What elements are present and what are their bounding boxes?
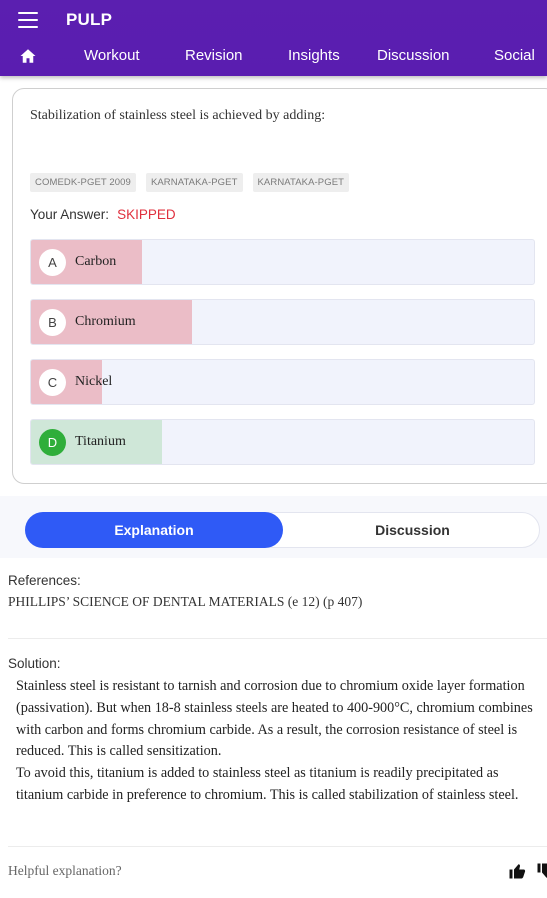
menu-icon[interactable] [18,12,38,28]
discussion-tab-button[interactable]: Discussion [284,512,541,548]
question-text: Stabilization of stainless steel is achi… [30,108,326,123]
option-letter-correct: D [39,429,66,456]
references-text: PHILLIPS’ SCIENCE OF DENTAL MATERIALS (e… [8,594,363,609]
option-letter: B [39,309,66,336]
tag-list: COMEDK-PGET 2009 KARNATAKA-PGET KARNATAK… [30,173,350,192]
explanation-tab-button[interactable]: Explanation [25,512,283,548]
option-a[interactable]: A Carbon [30,239,535,285]
thumbs-up-icon[interactable] [508,862,526,880]
divider [8,846,547,847]
divider [8,638,547,639]
your-answer-label: Your Answer: [30,207,110,222]
tab-discussion[interactable]: Discussion [377,47,450,64]
app-bar: PULP Workout Revision Insights Discussio… [0,0,547,76]
explanation-toggle: Explanation Discussion [25,512,540,548]
references-heading: References: [8,573,81,588]
nav-tabs: Workout Revision Insights Discussion Soc… [0,40,547,76]
option-label: Chromium [75,314,136,329]
tab-social[interactable]: Social [494,47,535,64]
solution-text: Stainless steel is resistant to tarnish … [16,676,544,807]
exam-tag: COMEDK-PGET 2009 [30,173,136,192]
option-letter: C [39,369,66,396]
your-answer: Your Answer: SKIPPED [30,207,176,222]
solution-heading: Solution: [8,656,61,671]
exam-tag: KARNATAKA-PGET [145,173,243,192]
option-label: Titanium [75,434,126,449]
option-letter: A [39,249,66,276]
tab-workout[interactable]: Workout [84,47,140,64]
option-c[interactable]: C Nickel [30,359,535,405]
helpful-prompt: Helpful explanation? [8,863,122,878]
solution-paragraph: To avoid this, titanium is added to stai… [16,765,519,803]
app-title: PULP [66,10,113,29]
question-card: Stabilization of stainless steel is achi… [12,88,547,484]
exam-tag: KARNATAKA-PGET [252,173,350,192]
option-d[interactable]: D Titanium [30,419,535,465]
thumbs-down-icon[interactable] [536,862,547,880]
option-b[interactable]: B Chromium [30,299,535,345]
tab-revision[interactable]: Revision [185,47,243,64]
answer-status-badge: SKIPPED [117,207,176,222]
option-label: Carbon [75,254,117,269]
tab-insights[interactable]: Insights [288,47,340,64]
option-label: Nickel [75,374,113,389]
solution-paragraph: Stainless steel is resistant to tarnish … [16,678,533,760]
